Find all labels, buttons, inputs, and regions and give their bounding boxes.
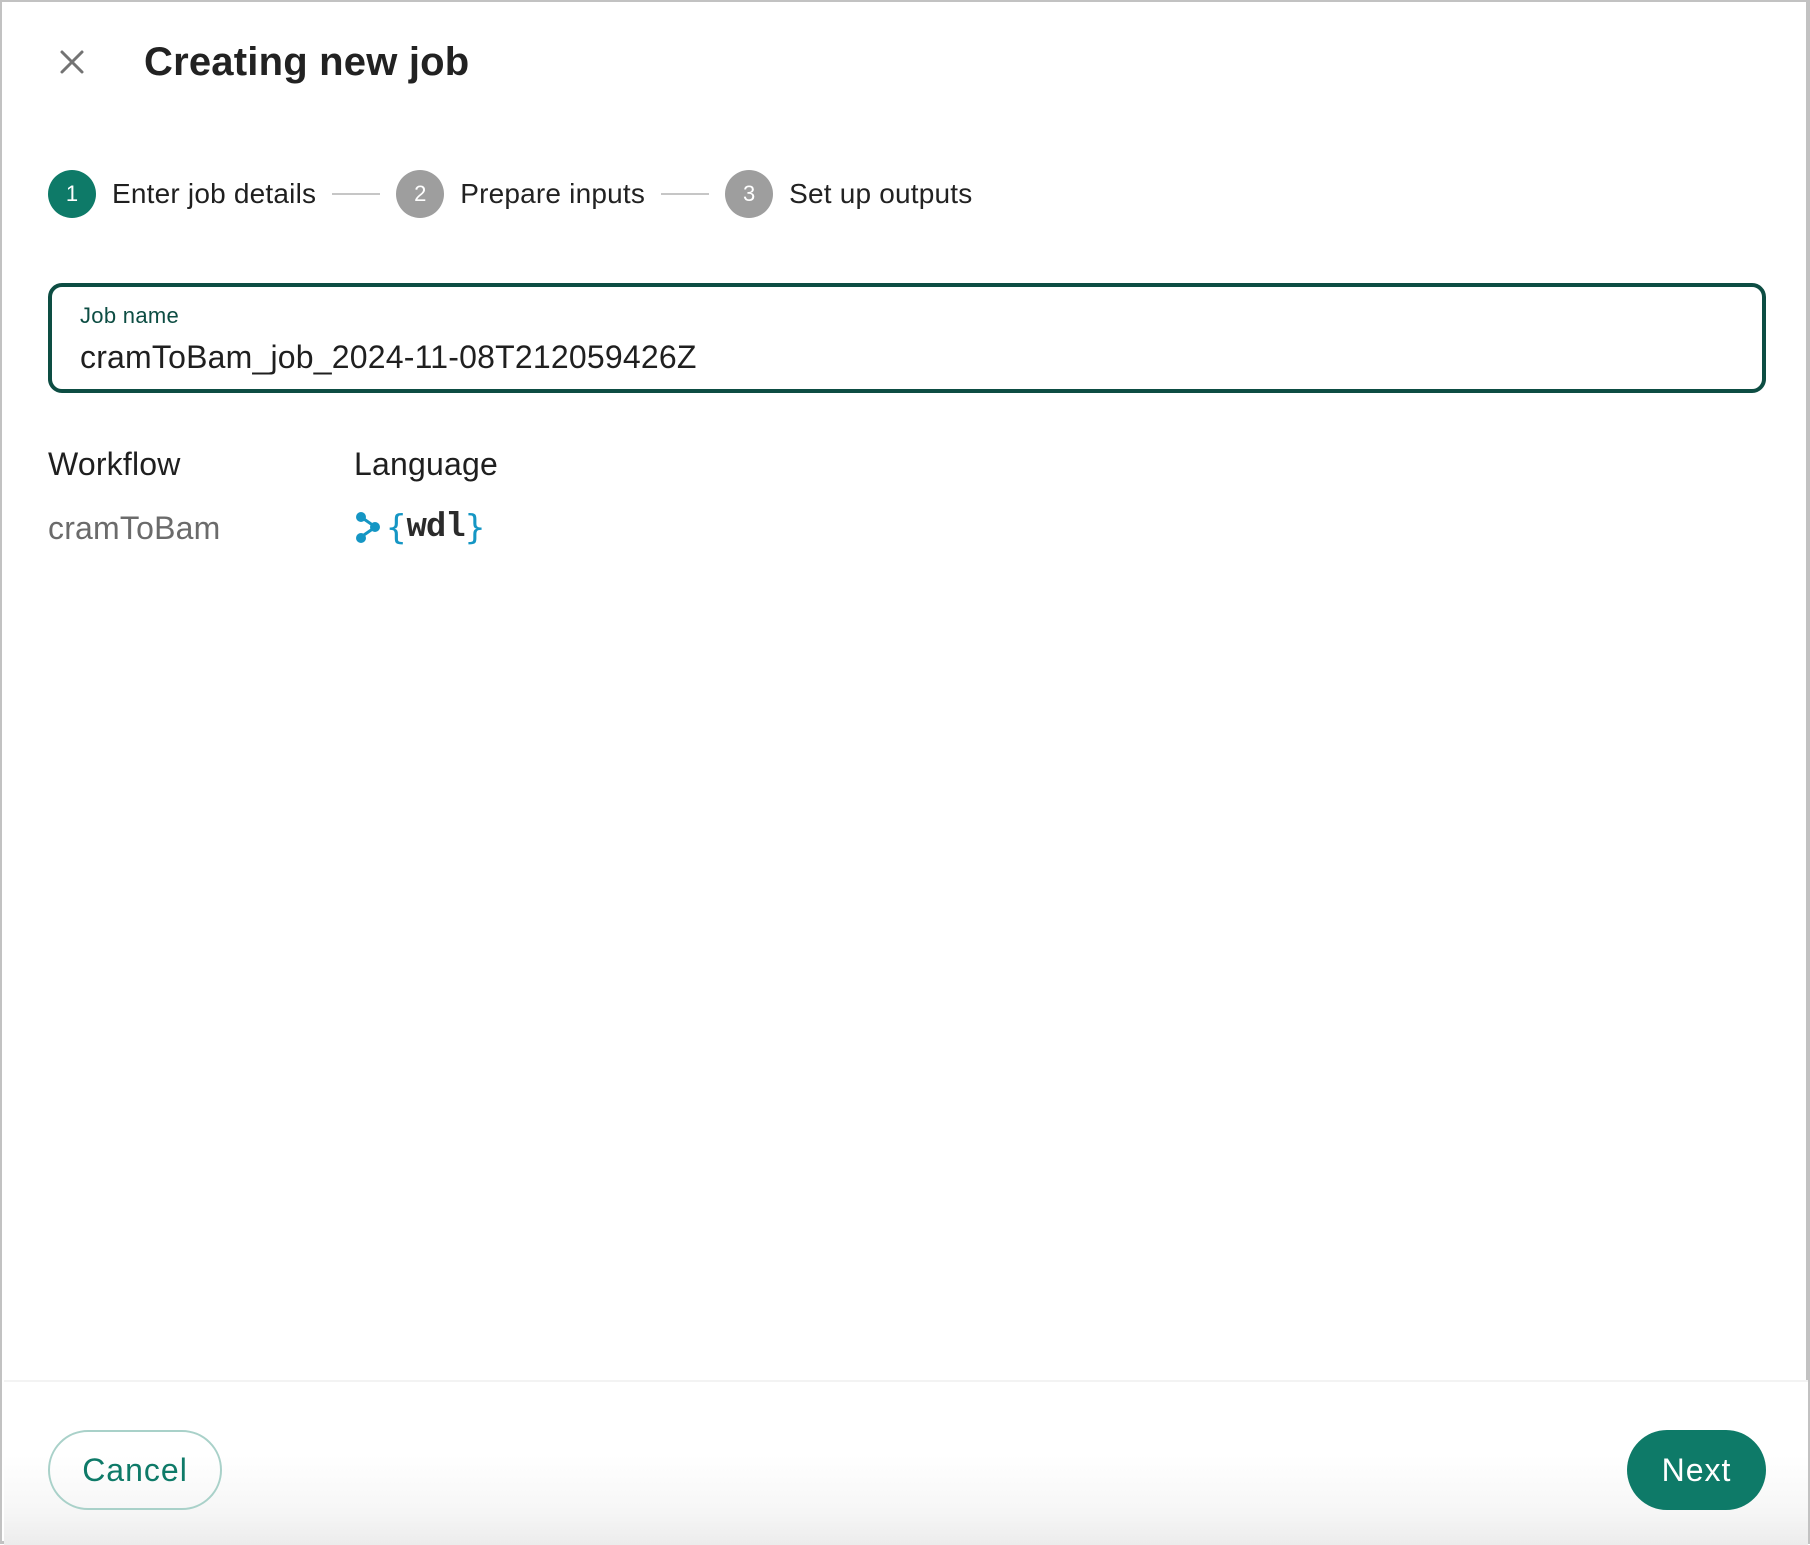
- step-label: Set up outputs: [789, 178, 973, 209]
- dialog-footer: [4, 1380, 1808, 1545]
- stepper: 1 Enter job details 2 Prepare inputs 3 S…: [48, 170, 973, 218]
- create-job-dialog: Creating new job 1 Enter job details 2 P…: [0, 0, 1810, 1545]
- step-label: Prepare inputs: [460, 178, 646, 209]
- cancel-button[interactable]: Cancel: [48, 1430, 222, 1510]
- language-heading: Language: [354, 446, 498, 482]
- close-icon: [60, 50, 84, 74]
- next-button[interactable]: Next: [1627, 1430, 1766, 1510]
- step-number-badge: 3: [725, 170, 774, 218]
- step-prepare-inputs[interactable]: 2 Prepare inputs: [396, 170, 645, 218]
- step-enter-job-details[interactable]: 1 Enter job details: [48, 170, 316, 218]
- dialog-title: Creating new job: [144, 40, 470, 84]
- wdl-close-brace: }: [464, 508, 486, 548]
- job-name-label: Job name: [80, 303, 180, 328]
- step-label: Enter job details: [112, 178, 317, 209]
- step-number-badge: 2: [396, 170, 445, 218]
- workflow-detail: Workflow cramToBam: [48, 442, 221, 550]
- step-connector: [332, 193, 381, 195]
- job-name-input[interactable]: [80, 335, 1720, 379]
- wdl-logo-icon: [356, 512, 380, 543]
- language-detail: Language { wdl }: [354, 442, 498, 550]
- workflow-value: cramToBam: [48, 510, 221, 546]
- step-number-badge: 1: [48, 170, 96, 218]
- step-connector: [661, 193, 710, 195]
- job-name-field[interactable]: Job name: [48, 283, 1766, 393]
- wdl-logo: { wdl }: [354, 506, 498, 550]
- wdl-open-brace: {: [386, 508, 407, 548]
- wdl-text: wdl: [406, 509, 465, 547]
- workflow-heading: Workflow: [48, 446, 181, 482]
- step-set-up-outputs[interactable]: 3 Set up outputs: [725, 170, 972, 218]
- close-button[interactable]: [48, 38, 96, 86]
